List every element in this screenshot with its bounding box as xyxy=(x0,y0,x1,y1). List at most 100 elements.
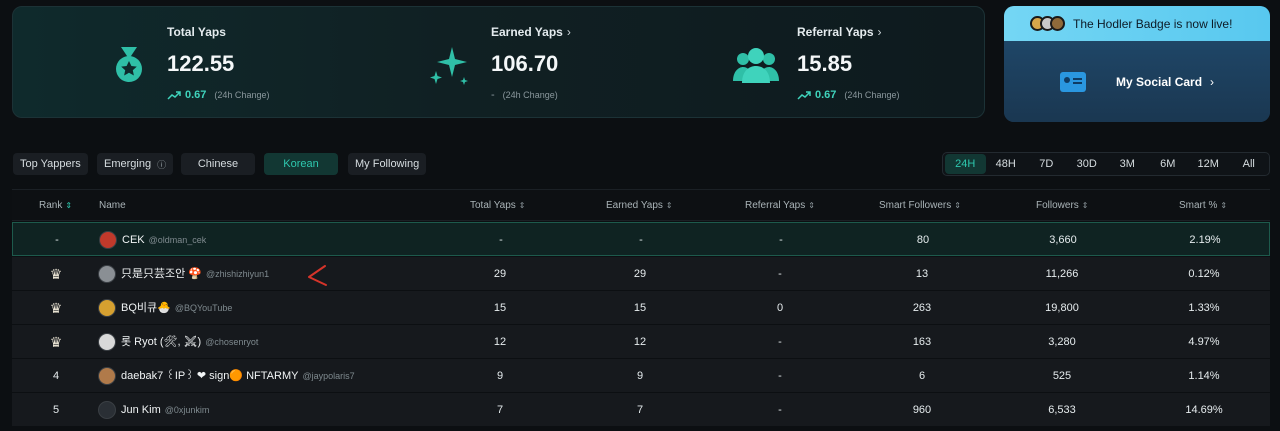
filter-label: Emerging xyxy=(104,158,152,170)
earned-yaps-cell: 29 xyxy=(633,268,647,280)
filter-top-yappers[interactable]: Top Yappers xyxy=(13,153,88,175)
name-cell[interactable]: daebak7 ꒰IP꒱ ❤ sign🟠 NFTARMY @jaypolaris… xyxy=(98,359,355,393)
earned-yaps-change-note: (24h Change) xyxy=(502,90,558,100)
period-12m[interactable]: 12M xyxy=(1188,154,1229,174)
followers-cell: 19,800 xyxy=(1045,302,1079,314)
user-name: BQ비큐🐣 xyxy=(121,302,171,314)
period-30d[interactable]: 30D xyxy=(1067,154,1108,174)
chevron-right-icon: › xyxy=(566,25,571,39)
column-referral-yaps[interactable]: Referral Yaps ⇕ xyxy=(745,200,815,211)
name-cell[interactable]: 롯 Ryot (🛠, ⚔) @chosenryot xyxy=(98,325,258,359)
name-cell[interactable]: 只是只芸조안 🍄 @zhishizhiyun1 xyxy=(98,257,269,291)
crown-icon: ♛ xyxy=(49,334,63,350)
total-yaps-cell: 12 xyxy=(493,336,507,348)
filter-my-following[interactable]: My Following xyxy=(348,153,427,175)
total-yaps-cell: - xyxy=(499,234,503,246)
earned-yaps-label-text: Earned Yaps xyxy=(491,25,563,39)
leaderboard-header: Rank ⇕ Name Total Yaps ⇕ Earned Yaps ⇕ Refe… xyxy=(12,189,1270,221)
total-yaps-value: 122.55 xyxy=(167,51,235,76)
trend-up-icon xyxy=(167,91,181,100)
period-all[interactable]: All xyxy=(1229,154,1270,174)
avatar xyxy=(98,367,116,385)
avatar xyxy=(98,333,116,351)
user-handle: @BQYouTube xyxy=(174,303,233,313)
referral-yaps-cell: 0 xyxy=(776,302,784,314)
column-smart-pct[interactable]: Smart % ⇕ xyxy=(1179,200,1227,211)
table-row[interactable]: 4 daebak7 ꒰IP꒱ ❤ sign🟠 NFTARMY @jaypolar… xyxy=(12,359,1270,393)
chevron-right-icon: › xyxy=(877,25,882,39)
earned-yaps-change-value: - xyxy=(491,89,495,101)
followers-cell: 525 xyxy=(1052,370,1072,382)
total-yaps-label: Total Yaps xyxy=(167,25,226,39)
user-handle: @chosenryot xyxy=(205,337,259,347)
badge-coins-icon xyxy=(1030,16,1065,31)
filter-label: Top Yappers xyxy=(20,158,81,170)
column-followers[interactable]: Followers ⇕ xyxy=(1036,200,1089,211)
column-earned-yaps[interactable]: Earned Yaps ⇕ xyxy=(606,200,673,211)
trend-up-icon xyxy=(797,91,811,100)
sort-icon: ⇕ xyxy=(808,201,815,210)
referral-yaps-label-text: Referral Yaps xyxy=(797,25,874,39)
earned-yaps-cell: 12 xyxy=(633,336,647,348)
period-48h[interactable]: 48H xyxy=(986,154,1027,174)
table-row[interactable]: - CEK @oldman_cek - - - 80 3,660 2.19% xyxy=(12,222,1270,256)
period-6m[interactable]: 6M xyxy=(1148,154,1189,174)
hodler-badge-card: The Hodler Badge is now live! My Social … xyxy=(1004,6,1270,122)
smart-pct-cell: 1.14% xyxy=(1188,370,1220,382)
sparkles-icon xyxy=(430,47,468,85)
table-row[interactable]: ♛ BQ비큐🐣 @BQYouTube 15 15 0 263 19,800 1.… xyxy=(12,291,1270,325)
user-handle: @oldman_cek xyxy=(148,235,207,245)
yaps-stats-panel: Total Yaps 122.55 0.67 (24h Change) Earn… xyxy=(12,6,985,118)
sort-icon: ⇕ xyxy=(1081,201,1089,210)
period-3m[interactable]: 3M xyxy=(1107,154,1148,174)
table-row[interactable]: ♛ 롯 Ryot (🛠, ⚔) @chosenryot 12 12 - 163 … xyxy=(12,325,1270,359)
earned-yaps-label[interactable]: Earned Yaps › xyxy=(491,25,571,39)
column-smart-followers[interactable]: Smart Followers ⇕ xyxy=(879,200,961,211)
user-handle: @jaypolaris7 xyxy=(302,371,355,381)
referral-yaps-cell: - xyxy=(778,336,782,348)
period-selector: 24H 48H 7D 30D 3M 6M 12M All xyxy=(942,152,1270,176)
filter-chinese[interactable]: Chinese xyxy=(181,153,255,175)
filter-label: My Following xyxy=(355,158,420,170)
filter-korean[interactable]: Korean xyxy=(264,153,338,175)
crown-icon: ♛ xyxy=(49,300,63,316)
avatar xyxy=(98,401,116,419)
my-social-card-button[interactable]: My Social Card › xyxy=(1004,41,1270,122)
column-total-yaps[interactable]: Total Yaps ⇕ xyxy=(470,200,525,211)
table-row[interactable]: ♛ 只是只芸조안 🍄 @zhishizhiyun1 29 29 - 13 11,… xyxy=(12,257,1270,291)
info-icon[interactable]: ⓘ xyxy=(157,158,166,171)
column-rank[interactable]: Rank ⇕ xyxy=(39,200,72,211)
total-yaps-change-value: 0.67 xyxy=(185,89,207,101)
hodler-badge-banner[interactable]: The Hodler Badge is now live! xyxy=(1004,6,1270,41)
column-rank-label: Rank xyxy=(39,200,63,211)
name-cell[interactable]: Jun Kim @0xjunkim xyxy=(98,393,209,427)
crown-icon: ♛ xyxy=(49,266,63,282)
hodler-badge-text: The Hodler Badge is now live! xyxy=(1073,16,1233,31)
sort-icon: ⇕ xyxy=(665,201,673,210)
name-cell[interactable]: BQ비큐🐣 @BQYouTube xyxy=(98,291,232,325)
filter-emerging[interactable]: Emerging ⓘ xyxy=(97,153,174,175)
period-7d[interactable]: 7D xyxy=(1026,154,1067,174)
column-smart-pct-label: Smart % xyxy=(1179,200,1218,211)
user-name: Jun Kim xyxy=(121,404,161,416)
earned-yaps-cell: 9 xyxy=(636,370,644,382)
sort-icon: ⇕ xyxy=(518,201,526,210)
table-row[interactable]: 5 Jun Kim @0xjunkim 7 7 - 960 6,533 14.6… xyxy=(12,393,1270,427)
smart-pct-cell: 14.69% xyxy=(1185,404,1223,416)
followers-cell: 6,533 xyxy=(1048,404,1076,416)
avatar xyxy=(98,299,116,317)
smart-followers-cell: 163 xyxy=(912,336,932,348)
period-24h[interactable]: 24H xyxy=(945,154,986,174)
sort-icon: ⇕ xyxy=(954,201,961,210)
filter-label: Korean xyxy=(283,158,319,170)
red-annotation-mark xyxy=(308,265,327,286)
smart-pct-cell: 2.19% xyxy=(1189,234,1221,246)
referral-yaps-label[interactable]: Referral Yaps › xyxy=(797,25,882,39)
column-followers-label: Followers xyxy=(1036,200,1079,211)
rank-cell: 4 xyxy=(52,370,60,382)
column-earned-label: Earned Yaps xyxy=(606,200,663,211)
medal-icon xyxy=(116,47,142,82)
name-cell[interactable]: CEK @oldman_cek xyxy=(99,223,206,257)
total-yaps-cell: 7 xyxy=(496,404,504,416)
smart-followers-cell: 80 xyxy=(916,234,930,246)
